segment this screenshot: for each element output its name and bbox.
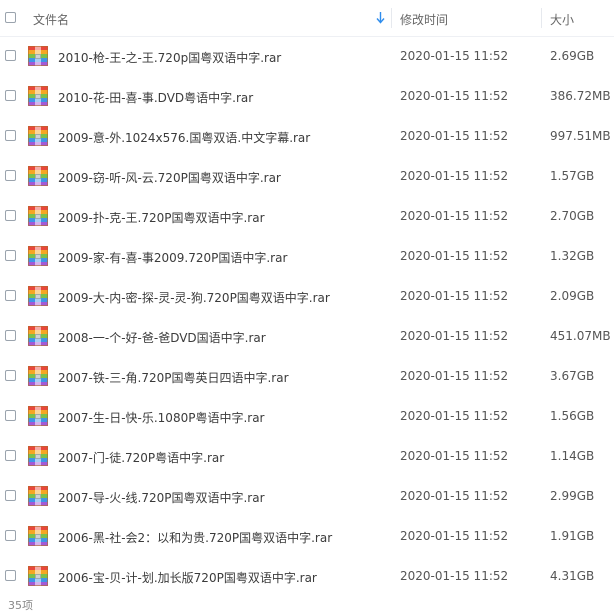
row-checkbox[interactable] — [5, 490, 16, 501]
file-row[interactable]: 2009-家-有-喜-事2009.720P国语中字.rar 2020-01-15 … — [0, 236, 614, 276]
file-size: 3.67GB — [550, 369, 595, 383]
rar-archive-icon — [28, 246, 48, 266]
file-modified-time: 2020-01-15 11:52 — [400, 329, 509, 343]
rar-archive-icon — [28, 206, 48, 226]
column-header-modified[interactable]: 修改时间 — [400, 11, 448, 28]
file-size: 2.09GB — [550, 289, 595, 303]
row-checkbox[interactable] — [5, 570, 16, 581]
file-name[interactable]: 2007-导-火-线.720P国粤双语中字.rar — [58, 489, 265, 506]
file-name[interactable]: 2010-花-田-喜-事.DVD粤语中字.rar — [58, 89, 253, 106]
file-name[interactable]: 2007-铁-三-角.720P国粤英日四语中字.rar — [58, 369, 289, 386]
file-row[interactable]: 2009-窃-听-风-云.720P国粤双语中字.rar 2020-01-15 11… — [0, 156, 614, 196]
rar-archive-icon — [28, 326, 48, 346]
file-row[interactable]: 2007-门-徒.720P粤语中字.rar 2020-01-15 11:52 1.1… — [0, 436, 614, 476]
file-row[interactable]: 2008-一-个-好-爸-爸DVD国语中字.rar 2020-01-15 11:5… — [0, 316, 614, 356]
file-row[interactable]: 2007-导-火-线.720P国粤双语中字.rar 2020-01-15 11:5… — [0, 476, 614, 516]
row-checkbox[interactable] — [5, 290, 16, 301]
file-row[interactable]: 2007-生-日-快-乐.1080P粤语中字.rar 2020-01-15 11:… — [0, 396, 614, 436]
rar-archive-icon — [28, 126, 48, 146]
file-size: 2.69GB — [550, 49, 595, 63]
row-checkbox[interactable] — [5, 330, 16, 341]
rar-archive-icon — [28, 526, 48, 546]
file-size: 2.99GB — [550, 489, 595, 503]
rar-archive-icon — [28, 286, 48, 306]
file-name[interactable]: 2008-一-个-好-爸-爸DVD国语中字.rar — [58, 329, 266, 346]
rar-archive-icon — [28, 486, 48, 506]
file-modified-time: 2020-01-15 11:52 — [400, 209, 509, 223]
file-size: 1.14GB — [550, 449, 595, 463]
row-checkbox[interactable] — [5, 130, 16, 141]
file-name[interactable]: 2010-枪-王-之-王.720p国粤双语中字.rar — [58, 49, 281, 66]
file-row[interactable]: 2006-黑-社-会2：以和为贵.720P国粤双语中字.rar 2020-01-1… — [0, 516, 614, 556]
file-modified-time: 2020-01-15 11:52 — [400, 449, 509, 463]
file-size: 1.32GB — [550, 249, 595, 263]
file-name[interactable]: 2009-窃-听-风-云.720P国粤双语中字.rar — [58, 169, 281, 186]
file-list-header: 文件名 修改时间 大小 — [0, 0, 614, 37]
file-modified-time: 2020-01-15 11:52 — [400, 489, 509, 503]
row-checkbox[interactable] — [5, 170, 16, 181]
row-checkbox[interactable] — [5, 410, 16, 421]
file-size: 1.57GB — [550, 169, 595, 183]
file-modified-time: 2020-01-15 11:52 — [400, 129, 509, 143]
file-name[interactable]: 2007-生-日-快-乐.1080P粤语中字.rar — [58, 409, 265, 426]
row-checkbox[interactable] — [5, 450, 16, 461]
rar-archive-icon — [28, 446, 48, 466]
file-modified-time: 2020-01-15 11:52 — [400, 249, 509, 263]
file-modified-time: 2020-01-15 11:52 — [400, 569, 509, 583]
sort-down-arrow-icon[interactable] — [376, 12, 385, 24]
file-name[interactable]: 2009-家-有-喜-事2009.720P国语中字.rar — [58, 249, 287, 266]
file-modified-time: 2020-01-15 11:52 — [400, 529, 509, 543]
select-all-checkbox[interactable] — [5, 12, 16, 23]
file-modified-time: 2020-01-15 11:52 — [400, 369, 509, 383]
file-size: 386.72MB — [550, 89, 611, 103]
row-checkbox[interactable] — [5, 50, 16, 61]
column-divider[interactable] — [391, 8, 392, 28]
rar-archive-icon — [28, 46, 48, 66]
file-modified-time: 2020-01-15 11:52 — [400, 289, 509, 303]
file-row[interactable]: 2010-枪-王-之-王.720p国粤双语中字.rar 2020-01-15 11… — [0, 36, 614, 76]
column-header-filename[interactable]: 文件名 — [33, 11, 69, 28]
row-checkbox[interactable] — [5, 90, 16, 101]
file-size: 451.07MB — [550, 329, 611, 343]
rar-archive-icon — [28, 166, 48, 186]
file-name[interactable]: 2009-扑-克-王.720P国粤双语中字.rar — [58, 209, 265, 226]
file-row[interactable]: 2010-花-田-喜-事.DVD粤语中字.rar 2020-01-15 11:52… — [0, 76, 614, 116]
file-modified-time: 2020-01-15 11:52 — [400, 169, 509, 183]
file-modified-time: 2020-01-15 11:52 — [400, 49, 509, 63]
file-size: 997.51MB — [550, 129, 611, 143]
file-name[interactable]: 2007-门-徒.720P粤语中字.rar — [58, 449, 224, 466]
file-row[interactable]: 2007-铁-三-角.720P国粤英日四语中字.rar 2020-01-15 11… — [0, 356, 614, 396]
rar-archive-icon — [28, 366, 48, 386]
file-name[interactable]: 2006-黑-社-会2：以和为贵.720P国粤双语中字.rar — [58, 529, 332, 546]
file-modified-time: 2020-01-15 11:52 — [400, 409, 509, 423]
rar-archive-icon — [28, 566, 48, 586]
file-name[interactable]: 2009-意-外.1024x576.国粤双语.中文字幕.rar — [58, 129, 310, 146]
rar-archive-icon — [28, 86, 48, 106]
column-header-size[interactable]: 大小 — [550, 11, 574, 28]
file-name[interactable]: 2009-大-内-密-探-灵-灵-狗.720P国粤双语中字.rar — [58, 289, 330, 306]
file-size: 4.31GB — [550, 569, 595, 583]
file-size: 1.56GB — [550, 409, 595, 423]
file-size: 2.70GB — [550, 209, 595, 223]
file-modified-time: 2020-01-15 11:52 — [400, 89, 509, 103]
file-row[interactable]: 2009-大-内-密-探-灵-灵-狗.720P国粤双语中字.rar 2020-01… — [0, 276, 614, 316]
file-size: 1.91GB — [550, 529, 595, 543]
row-checkbox[interactable] — [5, 250, 16, 261]
file-name[interactable]: 2006-宝-贝-计-划.加长版720P国粤双语中字.rar — [58, 569, 317, 586]
column-divider[interactable] — [541, 8, 542, 28]
row-checkbox[interactable] — [5, 530, 16, 541]
item-count: 35项 — [8, 599, 33, 612]
row-checkbox[interactable] — [5, 370, 16, 381]
row-checkbox[interactable] — [5, 210, 16, 221]
file-row[interactable]: 2006-宝-贝-计-划.加长版720P国粤双语中字.rar 2020-01-15… — [0, 556, 614, 596]
file-row[interactable]: 2009-扑-克-王.720P国粤双语中字.rar 2020-01-15 11:5… — [0, 196, 614, 236]
file-row[interactable]: 2009-意-外.1024x576.国粤双语.中文字幕.rar 2020-01-1… — [0, 116, 614, 156]
rar-archive-icon — [28, 406, 48, 426]
